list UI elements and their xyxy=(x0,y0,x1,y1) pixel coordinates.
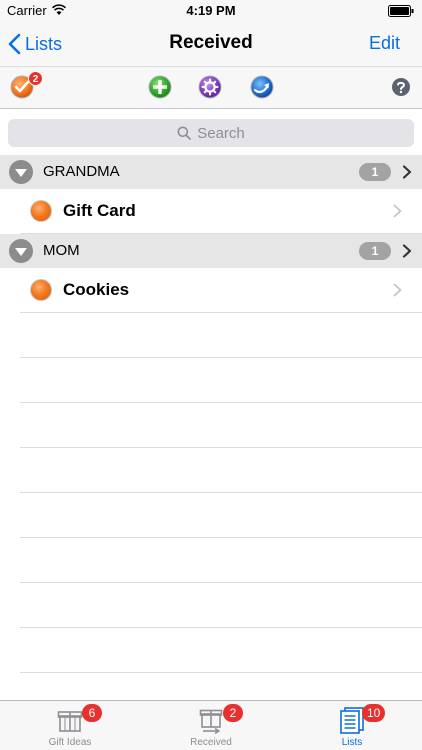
search-placeholder: Search xyxy=(197,124,245,142)
section-count-badge: 1 xyxy=(359,242,391,260)
status-dot-icon xyxy=(30,200,52,222)
empty-row-separator xyxy=(20,402,422,403)
checklist-badge: 2 xyxy=(28,71,43,86)
status-dot-icon xyxy=(30,279,52,301)
page-title: Received xyxy=(169,32,253,53)
collapse-toggle-icon[interactable] xyxy=(9,239,33,263)
search-input[interactable]: Search xyxy=(8,119,414,147)
list-item[interactable]: Cookies xyxy=(0,268,422,313)
collapse-toggle-icon[interactable] xyxy=(9,160,33,184)
empty-row-separator xyxy=(20,627,422,628)
tab-lists[interactable]: 10 Lists xyxy=(282,701,422,750)
empty-row-separator xyxy=(20,537,422,538)
empty-row-separator xyxy=(20,582,422,583)
status-bar: Carrier 4:19 PM xyxy=(0,0,422,22)
tab-badge: 2 xyxy=(223,704,243,722)
section-title: GRANDMA xyxy=(43,163,120,180)
help-icon[interactable] xyxy=(390,76,412,98)
search-icon xyxy=(177,126,192,140)
navigation-bar: Lists Received Edit xyxy=(0,22,422,66)
empty-row-separator xyxy=(20,492,422,493)
received-gift-icon xyxy=(199,709,223,734)
tab-label: Gift Ideas xyxy=(48,737,92,748)
tab-label: Lists xyxy=(341,737,363,748)
section-title: MOM xyxy=(43,242,80,259)
triangle-down-icon xyxy=(15,169,27,177)
chevron-right-icon[interactable] xyxy=(402,244,412,258)
tab-bar: 6 Gift Ideas 2 Received 10 Lists xyxy=(0,700,422,750)
clock: 4:19 PM xyxy=(186,3,236,18)
empty-row-separator xyxy=(20,672,422,673)
tab-gift-ideas[interactable]: 6 Gift Ideas xyxy=(0,701,140,750)
item-label: Cookies xyxy=(63,280,130,299)
chevron-right-icon[interactable] xyxy=(402,165,412,179)
tab-received[interactable]: 2 Received xyxy=(141,701,281,750)
section-header-mom[interactable]: MOM 1 xyxy=(0,234,422,268)
tab-label: Received xyxy=(190,737,232,748)
edit-button[interactable]: Edit xyxy=(369,33,400,54)
tab-badge: 10 xyxy=(362,704,386,722)
battery-icon xyxy=(388,5,414,17)
list-item[interactable]: Gift Card xyxy=(0,189,422,234)
triangle-down-icon xyxy=(15,248,27,256)
item-label: Gift Card xyxy=(63,201,136,220)
tab-badge: 6 xyxy=(82,704,102,722)
sync-icon[interactable] xyxy=(249,74,275,100)
disclosure-chevron-icon xyxy=(393,283,402,297)
search-bar: Search xyxy=(0,110,422,155)
empty-row-separator xyxy=(20,357,422,358)
section-header-grandma[interactable]: GRANDMA 1 xyxy=(0,155,422,189)
settings-icon[interactable] xyxy=(197,74,223,100)
add-icon[interactable] xyxy=(147,74,173,100)
gift-box-icon xyxy=(57,711,83,732)
section-count-badge: 1 xyxy=(359,163,391,181)
toolbar: 2 xyxy=(0,66,422,109)
empty-row-separator xyxy=(20,447,422,448)
disclosure-chevron-icon xyxy=(393,204,402,218)
